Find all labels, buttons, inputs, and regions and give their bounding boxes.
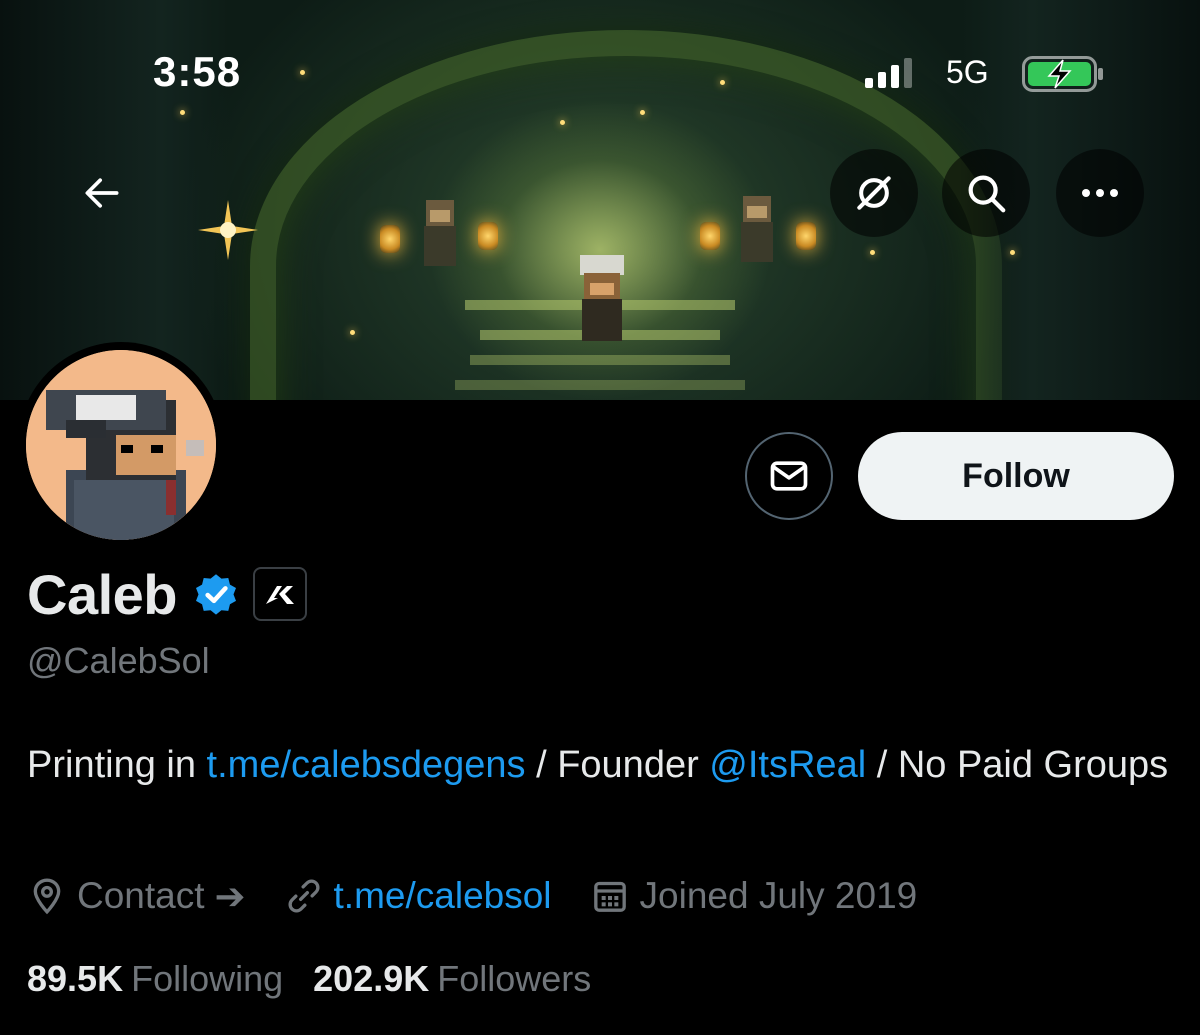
cellular-signal-icon [865,58,912,88]
back-button[interactable] [58,149,146,237]
bio-text: / No Paid Groups [866,744,1169,786]
profile-avatar[interactable] [18,342,224,548]
banner-sparkle [198,200,258,260]
contact-label: Contact [77,875,205,916]
search-button[interactable] [942,149,1030,237]
banner-lantern [700,222,720,250]
profile-meta: Contact ➔ t.me/calebsol Joined July 2019 [27,868,955,924]
website-link[interactable]: t.me/calebsol [334,875,552,917]
more-icon [1082,189,1118,197]
contact-item[interactable]: Contact ➔ [27,875,246,918]
following-count[interactable]: 89.5K [27,958,123,1000]
banner-monkey-center [580,255,624,341]
envelope-icon [770,461,808,491]
battery-charging-icon [1022,56,1103,92]
back-arrow-icon [85,178,119,208]
crypto-icon [857,176,891,210]
status-bar: 3:58 5G [0,48,1200,98]
banner-lantern [796,222,816,250]
banner-lantern [380,225,400,253]
firefly [180,110,185,115]
profile-handle: @CalebSol [27,640,210,681]
banner-lantern [478,222,498,250]
firefly [870,250,875,255]
follow-stats: 89.5K Following 202.9K Followers [27,952,621,1006]
status-time: 3:58 [153,48,242,95]
location-pin-icon [33,878,61,915]
profile-name-row: Caleb [27,562,307,626]
firefly [350,330,355,335]
message-button[interactable] [745,432,833,520]
banner-stair [470,355,730,365]
itsreal-logo-icon [266,586,294,604]
website-item[interactable]: t.me/calebsol [284,875,552,917]
network-type: 5G [946,54,989,90]
pixel-monkey-avatar [26,350,216,540]
following-label[interactable]: Following [131,958,283,1000]
bio-text: / Founder [525,744,710,786]
bio-mention[interactable]: @ItsReal [709,744,866,786]
link-icon [288,879,319,913]
banner-stair [455,380,745,390]
followers-count[interactable]: 202.9K [313,958,429,1000]
banner-monkey-right [741,196,773,262]
verified-badge-icon[interactable] [191,569,241,619]
bio-text: Printing in [27,744,207,786]
search-icon [968,175,1006,213]
joined-item: Joined July 2019 [590,875,918,917]
more-button[interactable] [1056,149,1144,237]
display-name: Caleb [27,562,178,626]
firefly [1010,250,1015,255]
followers-label[interactable]: Followers [437,958,591,1000]
affiliation-badge[interactable] [253,567,307,621]
bio-link[interactable]: t.me/calebsdegens [207,744,526,786]
avatar-image [26,350,216,540]
joined-date: Joined July 2019 [639,875,918,916]
calendar-icon [593,881,626,912]
banner-monkey-left [424,200,456,266]
follow-button[interactable]: Follow [858,432,1174,520]
firefly [640,110,645,115]
contact-arrow: ➔ [214,875,246,917]
profile-bio: Printing in t.me/calebsdegens / Founder … [27,734,1177,796]
firefly [560,120,565,125]
crypto-button[interactable] [830,149,918,237]
